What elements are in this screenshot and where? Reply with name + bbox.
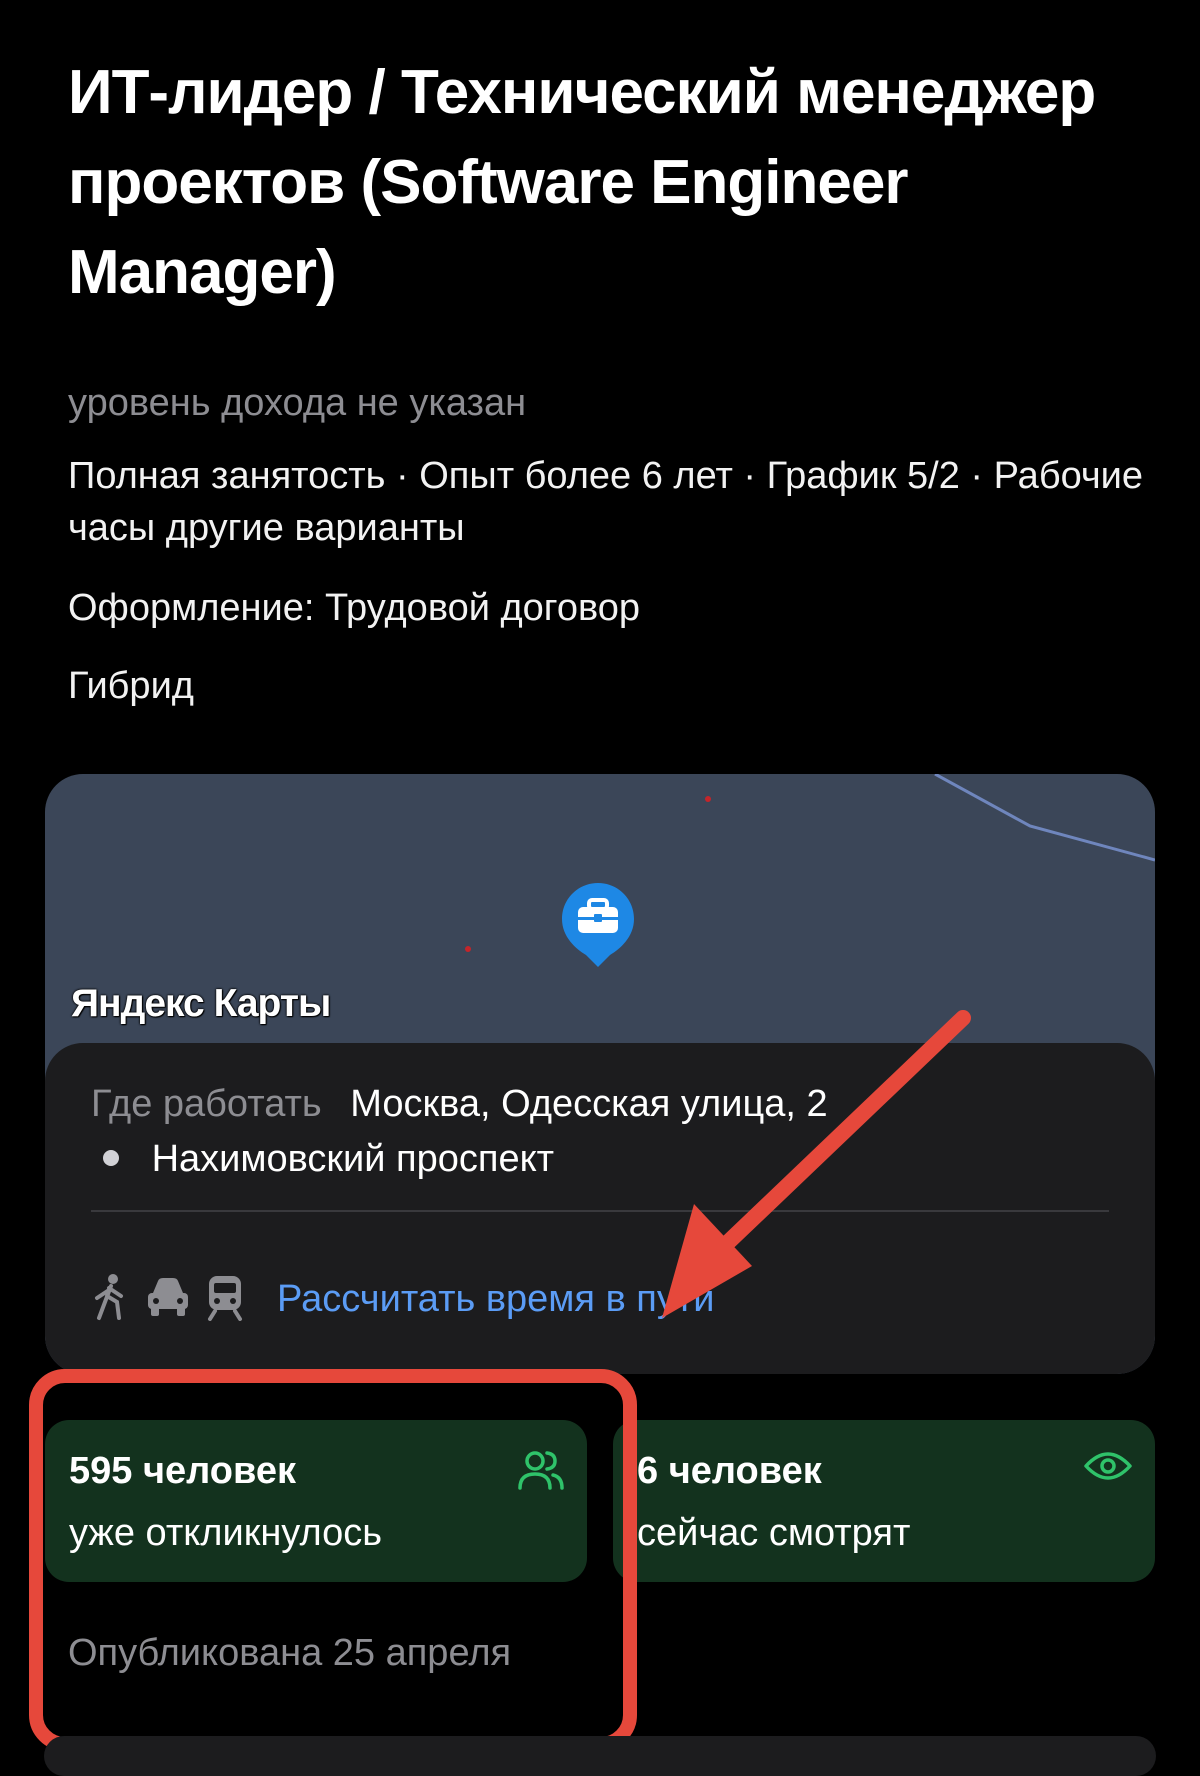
metro-line: Нахимовский проспект — [91, 1138, 554, 1181]
address-line: Где работать Москва, Одесская улица, 2 — [91, 1083, 828, 1126]
car-icon[interactable] — [145, 1275, 191, 1324]
eye-icon — [1083, 1448, 1133, 1489]
viewers-card: 6 человек сейчас смотрят — [613, 1420, 1155, 1582]
location-map-card[interactable]: Яндекс Карты Где работать Москва, Одесск… — [45, 774, 1155, 1374]
salary-text: уровень дохода не указан — [68, 382, 527, 424]
divider — [91, 1210, 1109, 1212]
address-value: Москва, Одесская улица, 2 — [350, 1083, 828, 1125]
route-row[interactable]: Рассчитать время в пути — [91, 1269, 715, 1329]
map-marker-dot — [705, 796, 711, 802]
address-panel: Где работать Москва, Одесская улица, 2 Н… — [45, 1043, 1155, 1374]
train-icon[interactable] — [205, 1273, 245, 1326]
annotation-highlight-box — [29, 1369, 637, 1751]
employment-conditions: Полная занятость · Опыт более 6 лет · Гр… — [68, 455, 1144, 549]
map-brand-label: Яндекс Карты — [71, 982, 331, 1025]
viewers-count: 6 человек — [637, 1450, 822, 1492]
map-marker-dot — [465, 946, 471, 952]
calculate-route-link[interactable]: Рассчитать время в пути — [277, 1278, 715, 1321]
next-section-edge — [44, 1736, 1156, 1776]
viewers-text: сейчас смотрят — [637, 1512, 911, 1554]
vacancy-title: ИТ-лидер / Технический менеджер проектов… — [68, 58, 1096, 307]
metro-station: Нахимовский проспект — [151, 1138, 555, 1180]
address-label: Где работать — [91, 1083, 322, 1125]
work-format: Гибрид — [68, 665, 194, 707]
walk-icon[interactable] — [91, 1272, 131, 1327]
briefcase-icon[interactable] — [560, 879, 636, 974]
contract-type: Оформление: Трудовой договор — [68, 587, 640, 629]
metro-dot-icon — [103, 1149, 119, 1166]
